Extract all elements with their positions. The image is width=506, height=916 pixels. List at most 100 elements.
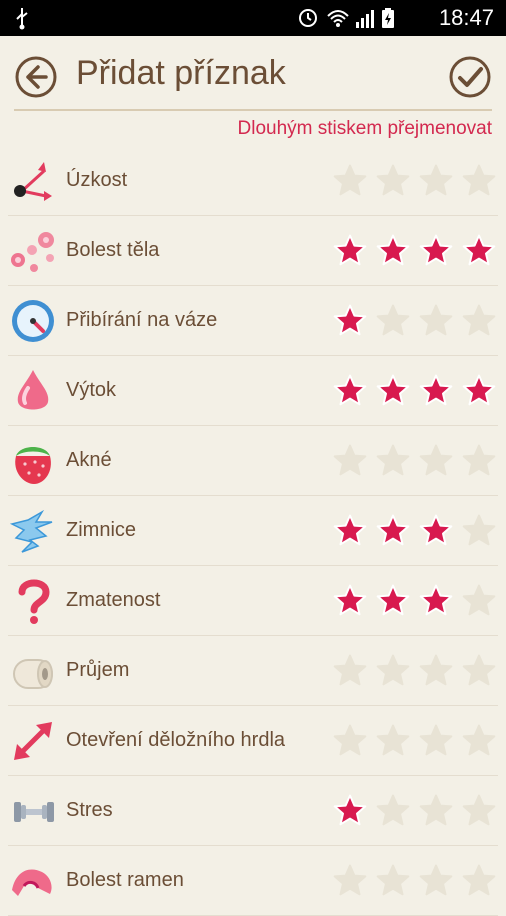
page-title: Přidat příznak <box>76 54 286 92</box>
star-filled-icon[interactable] <box>333 304 367 338</box>
star-filled-icon[interactable] <box>462 234 496 268</box>
star-rating <box>324 164 496 198</box>
star-empty-icon[interactable] <box>462 864 496 898</box>
rename-hint: Dlouhým stiskem přejmenovat <box>237 118 492 139</box>
star-rating <box>324 864 496 898</box>
star-rating <box>324 234 496 268</box>
star-filled-icon[interactable] <box>419 514 453 548</box>
star-empty-icon[interactable] <box>376 724 410 758</box>
strawberry-icon <box>15 447 51 484</box>
star-empty-icon[interactable] <box>462 654 496 688</box>
symptom-label: Bolest ramen <box>66 869 184 891</box>
symptom-list: Úzkost Bolest těla Přibírání na váze Výtok A… <box>0 146 506 916</box>
star-filled-icon[interactable] <box>333 374 367 408</box>
star-empty-icon[interactable] <box>419 864 453 898</box>
symptom-label: Úzkost <box>66 169 128 191</box>
star-empty-icon[interactable] <box>333 654 367 688</box>
star-empty-icon[interactable] <box>462 304 496 338</box>
star-empty-icon[interactable] <box>419 724 453 758</box>
star-filled-icon[interactable] <box>462 374 496 408</box>
star-empty-icon[interactable] <box>462 584 496 618</box>
star-filled-icon[interactable] <box>333 794 367 828</box>
battery-icon <box>382 8 394 28</box>
status-icons <box>299 8 394 28</box>
list-item[interactable]: Přibírání na váze <box>8 286 498 356</box>
star-rating <box>324 654 496 688</box>
star-filled-icon[interactable] <box>376 374 410 408</box>
list-item[interactable]: Výtok <box>8 356 498 426</box>
back-button[interactable] <box>14 55 58 99</box>
symptom-label: Zmatenost <box>66 589 161 611</box>
list-item[interactable]: Průjem <box>8 636 498 706</box>
star-filled-icon[interactable] <box>419 234 453 268</box>
symptom-label: Akné <box>66 449 112 471</box>
star-empty-icon[interactable] <box>462 164 496 198</box>
header-divider <box>14 109 492 111</box>
star-filled-icon[interactable] <box>376 234 410 268</box>
star-rating <box>324 794 496 828</box>
star-empty-icon[interactable] <box>376 164 410 198</box>
star-filled-icon[interactable] <box>376 584 410 618</box>
list-item[interactable]: Akné <box>8 426 498 496</box>
list-item[interactable]: Bolest těla <box>8 216 498 286</box>
star-empty-icon[interactable] <box>462 444 496 478</box>
list-item[interactable]: Otevření děložního hrdla <box>8 706 498 776</box>
star-rating <box>324 304 496 338</box>
star-empty-icon[interactable] <box>333 164 367 198</box>
star-empty-icon[interactable] <box>376 864 410 898</box>
confirm-button[interactable] <box>448 55 492 99</box>
star-filled-icon[interactable] <box>419 584 453 618</box>
star-filled-icon[interactable] <box>333 514 367 548</box>
star-empty-icon[interactable] <box>419 304 453 338</box>
star-filled-icon[interactable] <box>333 584 367 618</box>
star-empty-icon[interactable] <box>376 654 410 688</box>
star-empty-icon[interactable] <box>333 864 367 898</box>
header: Přidat příznak <box>0 36 506 111</box>
star-empty-icon[interactable] <box>462 794 496 828</box>
drop-icon <box>17 370 49 410</box>
scale-icon <box>12 300 54 342</box>
star-empty-icon[interactable] <box>462 724 496 758</box>
dumbbell-icon <box>14 802 54 822</box>
star-empty-icon[interactable] <box>462 514 496 548</box>
star-filled-icon[interactable] <box>333 234 367 268</box>
star-filled-icon[interactable] <box>419 374 453 408</box>
alarm-icon <box>299 9 317 27</box>
expand-arrows-icon <box>14 722 52 760</box>
star-rating <box>324 444 496 478</box>
shoulder-icon <box>12 869 52 896</box>
question-icon <box>18 579 50 624</box>
star-rating <box>324 514 496 548</box>
star-empty-icon[interactable] <box>419 794 453 828</box>
list-item[interactable]: Úzkost <box>8 146 498 216</box>
star-empty-icon[interactable] <box>419 164 453 198</box>
symptom-label: Přibírání na váze <box>66 309 218 331</box>
star-rating <box>324 584 496 618</box>
list-item[interactable]: Zmatenost <box>8 566 498 636</box>
usb-icon <box>16 8 28 30</box>
star-empty-icon[interactable] <box>376 794 410 828</box>
list-item[interactable]: Zimnice <box>8 496 498 566</box>
star-empty-icon[interactable] <box>376 444 410 478</box>
list-item[interactable]: Stres <box>8 776 498 846</box>
star-rating <box>324 374 496 408</box>
symptom-label: Průjem <box>66 659 130 681</box>
star-rating <box>324 724 496 758</box>
star-filled-icon[interactable] <box>376 514 410 548</box>
symptom-label: Výtok <box>66 379 117 401</box>
clock-icon <box>14 162 52 201</box>
toilet-paper-icon <box>13 659 53 689</box>
wifi-icon <box>327 10 349 27</box>
lightning-icon <box>9 509 53 553</box>
star-empty-icon[interactable] <box>333 724 367 758</box>
status-time: 18:47 <box>438 5 494 30</box>
star-empty-icon[interactable] <box>376 304 410 338</box>
star-empty-icon[interactable] <box>333 444 367 478</box>
symptom-label: Otevření děložního hrdla <box>66 729 286 751</box>
list-item[interactable]: Bolest ramen <box>8 846 498 916</box>
star-empty-icon[interactable] <box>419 444 453 478</box>
status-bar: 18:47 <box>0 0 506 36</box>
star-empty-icon[interactable] <box>419 654 453 688</box>
symptom-label: Bolest těla <box>66 239 160 261</box>
signal-icon <box>356 10 374 28</box>
